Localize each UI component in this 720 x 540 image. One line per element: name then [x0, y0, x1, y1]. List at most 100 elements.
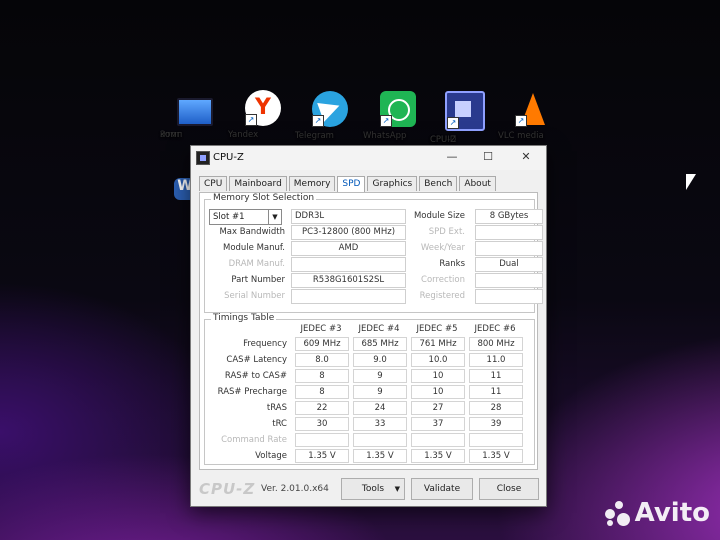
timing-cell [295, 433, 349, 447]
timing-row-label: CAS# Latency [226, 355, 287, 365]
tab-memory[interactable]: Memory [288, 176, 336, 191]
part-number-field: R538G1601S2SL [291, 273, 406, 288]
module-manuf-label: Module Manuf. [222, 243, 285, 253]
desktop-icon-telegram[interactable]: ↗ Telegram [295, 91, 365, 141]
cpuid-icon: ↗ [445, 91, 485, 131]
timing-cell: 33 [353, 417, 407, 431]
timing-cell: 10 [411, 369, 465, 383]
timing-cell: 30 [295, 417, 349, 431]
title-bar[interactable]: CPU-Z — ☐ ✕ [191, 146, 546, 170]
timing-cell: 800 MHz [469, 337, 523, 351]
validate-button[interactable]: Validate [411, 478, 473, 500]
group-title: Memory Slot Selection [211, 193, 317, 203]
slot-select[interactable]: Slot #1 ▼ [209, 209, 282, 225]
cpuz-app-icon [196, 151, 210, 165]
close-button[interactable]: Close [479, 478, 539, 500]
telegram-icon: ↗ [312, 91, 348, 127]
tab-spd[interactable]: SPD [337, 176, 366, 192]
desktop-icon-vlc[interactable]: ↗ VLC media [498, 91, 568, 141]
whatsapp-icon: ↗ [380, 91, 416, 127]
serial-number-label: Serial Number [224, 291, 285, 301]
timing-cell: 11 [469, 369, 523, 383]
memory-type-field: DDR3L [291, 209, 406, 224]
timing-row-label: Command Rate [221, 435, 287, 445]
dram-manuf-field [291, 257, 406, 272]
version-label: Ver. 2.01.0.x64 [261, 484, 329, 494]
timing-row-label: tRC [272, 419, 287, 429]
timing-cell: 1.35 V [353, 449, 407, 463]
correction-field [475, 273, 543, 288]
timing-row-label: Voltage [255, 451, 287, 461]
timing-cell: 39 [469, 417, 523, 431]
timing-cell: 8 [295, 385, 349, 399]
timing-cell [411, 433, 465, 447]
minimize-button[interactable]: — [438, 148, 466, 166]
module-size-field: 8 GBytes [475, 209, 543, 224]
tab-bench[interactable]: Bench [419, 176, 458, 191]
timing-cell: 761 MHz [411, 337, 465, 351]
timing-cell: 27 [411, 401, 465, 415]
computer-icon [177, 98, 213, 126]
timing-cell: 11.0 [469, 353, 523, 367]
tab-mainboard[interactable]: Mainboard [229, 176, 287, 191]
tab-cpu[interactable]: CPU [199, 176, 228, 191]
timing-column-header: JEDEC #4 [358, 324, 400, 334]
timing-row-label: Frequency [243, 339, 287, 349]
desktop-icon-yandex[interactable]: Y ↗ Yandex [228, 90, 298, 140]
timing-cell: 22 [295, 401, 349, 415]
dram-manuf-label: DRAM Manuf. [228, 259, 285, 269]
week-year-label: Week/Year [420, 243, 465, 253]
desktop-icon-whatsapp[interactable]: ↗ WhatsApp [363, 91, 433, 141]
timing-row-label: RAS# to CAS# [224, 371, 287, 381]
registered-field [475, 289, 543, 304]
window-title: CPU-Z [213, 152, 244, 163]
timing-cell: 10.0 [411, 353, 465, 367]
timing-cell: 685 MHz [353, 337, 407, 351]
yandex-icon: Y ↗ [245, 90, 281, 126]
timing-cell: 37 [411, 417, 465, 431]
timing-cell: 28 [469, 401, 523, 415]
module-manuf-field: AMD [291, 241, 406, 256]
desktop-icon-this-pc[interactable]: Этот комп [160, 92, 230, 140]
timing-cell: 10 [411, 385, 465, 399]
tab-about[interactable]: About [459, 176, 496, 191]
correction-label: Correction [421, 275, 465, 285]
spd-ext-label: SPD Ext. [428, 227, 465, 237]
timing-cell: 8.0 [295, 353, 349, 367]
tab-bar: CPU Mainboard Memory SPD Graphics Bench About [199, 176, 538, 193]
tools-button[interactable]: Tools ▼ [341, 478, 405, 500]
serial-number-field [291, 289, 406, 304]
timing-cell: 9.0 [353, 353, 407, 367]
timing-row-label: RAS# Precharge [217, 387, 287, 397]
timing-row-label: tRAS [266, 403, 287, 413]
timing-cell: 609 MHz [295, 337, 349, 351]
vlc-cone-icon: ↗ [515, 91, 551, 127]
close-window-button[interactable]: ✕ [512, 148, 540, 166]
avito-logo-icon [604, 500, 631, 527]
timing-cell: 8 [295, 369, 349, 383]
timing-cell: 1.35 V [295, 449, 349, 463]
part-number-label: Part Number [231, 275, 285, 285]
week-year-field [475, 241, 543, 256]
avito-watermark: Avito [604, 498, 710, 528]
window-footer: CPU-Z Ver. 2.01.0.x64 Tools ▼ Validate C… [199, 478, 539, 500]
timing-cell: 1.35 V [411, 449, 465, 463]
chevron-down-icon: ▼ [268, 210, 281, 224]
timing-column-header: JEDEC #6 [474, 324, 516, 334]
maximize-button[interactable]: ☐ [474, 148, 502, 166]
timing-cell: 1.35 V [469, 449, 523, 463]
ranks-label: Ranks [439, 259, 465, 269]
spd-panel: Memory Slot Selection Slot #1 ▼ DDR3L Mo… [199, 193, 543, 470]
group-title: Timings Table [211, 313, 277, 323]
ranks-field: Dual [475, 257, 543, 272]
timing-column-header: JEDEC #5 [416, 324, 458, 334]
timing-cell: 9 [353, 385, 407, 399]
cpuz-window: CPU-Z — ☐ ✕ CPU Mainboard Memory SPD Graphic… [190, 145, 547, 507]
timing-cell: 24 [353, 401, 407, 415]
timing-cell: 9 [353, 369, 407, 383]
desktop-icon-cpuid[interactable]: ↗ CPUID CPU-Z [430, 91, 500, 145]
timing-cell [469, 433, 523, 447]
memory-slot-group: Memory Slot Selection Slot #1 ▼ DDR3L Mo… [204, 193, 543, 313]
cpuz-brand-logo: CPU-Z [199, 480, 256, 498]
tab-graphics[interactable]: Graphics [367, 176, 418, 191]
